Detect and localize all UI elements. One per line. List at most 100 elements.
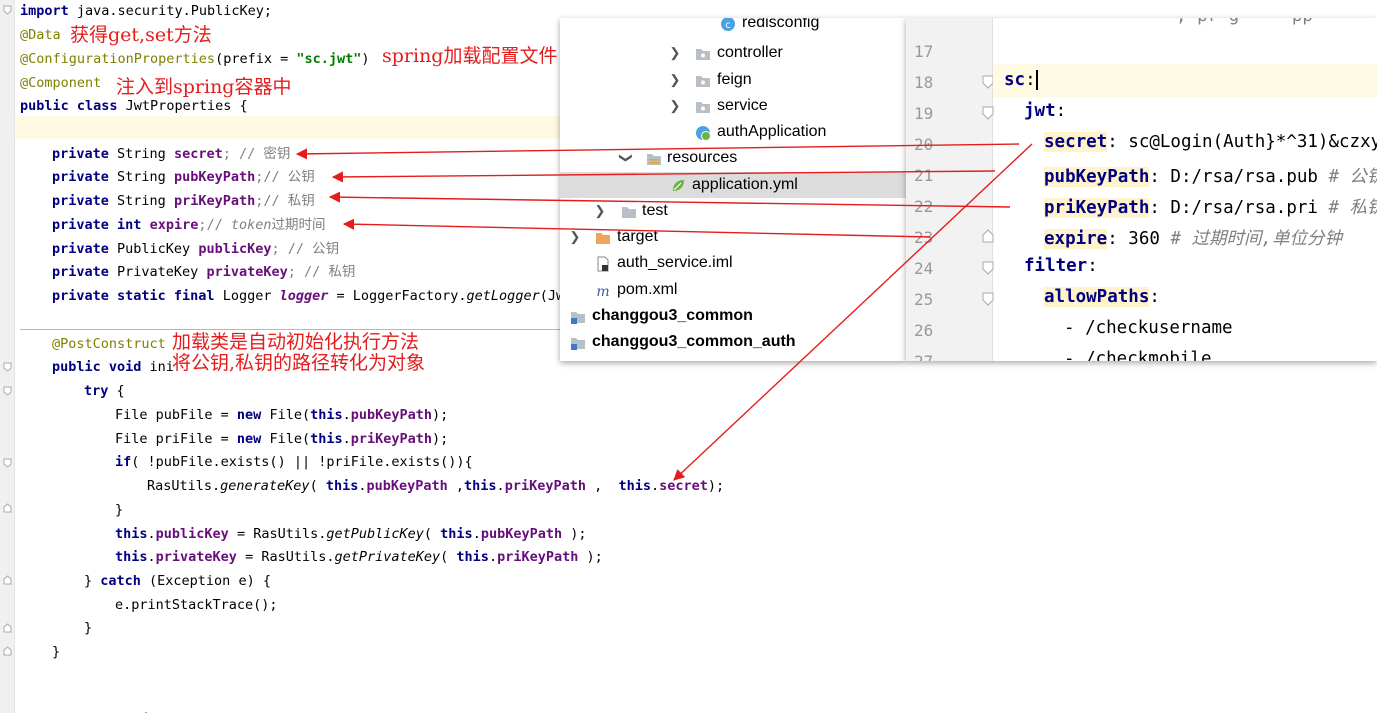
code-line-expire[interactable]: private int expire;// token过期时间 — [52, 215, 326, 235]
tree-item-resources[interactable]: ❯ resources — [560, 145, 906, 171]
code-text: , — [447, 478, 465, 494]
fold-icon[interactable] — [982, 260, 994, 275]
tree-item-feign[interactable]: ❯ feign — [560, 67, 906, 93]
code-line-pubkeypath[interactable]: private String pubKeyPath;// 公钥 — [52, 167, 315, 187]
code-text: (prefix = — [215, 51, 297, 67]
code-text: . — [651, 478, 660, 494]
fold-icon[interactable] — [3, 575, 12, 585]
comment: ;// 公钥 — [255, 169, 315, 185]
code-text: ) — [361, 51, 370, 67]
code-line-if[interactable]: if( !pubFile.exists() || !priFile.exists… — [115, 452, 473, 472]
yaml-key: filter — [1024, 256, 1088, 276]
annotation: @ConfigurationProperties — [20, 51, 216, 67]
fold-icon[interactable] — [3, 458, 12, 468]
annotation-postconstruct[interactable]: @PostConstruct — [52, 334, 166, 354]
tree-item-auth-service-iml[interactable]: auth_service.iml — [560, 250, 906, 276]
iml-file-icon — [595, 255, 611, 272]
tree-item-service[interactable]: ❯ service — [560, 93, 906, 119]
tree-item-redisconfig[interactable]: c redisconfig — [560, 18, 906, 36]
chevron-down-icon[interactable]: ❯ — [613, 151, 639, 165]
fold-icon[interactable] — [3, 623, 12, 633]
tree-item-test[interactable]: ❯ test — [560, 198, 906, 224]
chevron-right-icon[interactable]: ❯ — [668, 40, 682, 66]
keyword: this — [456, 549, 489, 565]
yaml-line-pubkeypath[interactable]: pubKeyPath: D:/rsa/rsa.pub # 公钥 — [1044, 163, 1377, 188]
note-postconstruct-2: 将公钥,私钥的路径转化为对象 — [172, 352, 426, 374]
code-line-brace[interactable]: } — [84, 618, 92, 638]
yaml-line-allowpaths[interactable]: allowPaths: — [1044, 287, 1160, 307]
chevron-right-icon[interactable]: ❯ — [593, 198, 607, 224]
code-line-try[interactable]: try { — [84, 381, 125, 401]
fold-icon[interactable] — [3, 386, 12, 396]
line-number: 19 — [914, 104, 934, 123]
fold-icon[interactable] — [982, 228, 994, 243]
fold-icon[interactable] — [3, 646, 12, 656]
code-line-catch[interactable]: } catch (Exception e) { — [84, 571, 271, 591]
line-number: 25 — [914, 290, 934, 309]
code-line-brace[interactable]: } — [115, 500, 123, 520]
tree-item-label: feign — [717, 71, 752, 88]
fold-icon[interactable] — [3, 362, 12, 372]
code-line-init[interactable]: public void ini — [52, 357, 174, 377]
tree-item-pom-xml[interactable]: m pom.xml — [560, 277, 906, 303]
code-text: java.security.PublicKey; — [68, 3, 272, 19]
code-text: ( — [423, 526, 441, 542]
yaml-line-filter[interactable]: filter: — [1024, 256, 1098, 276]
tree-item-authapplication[interactable]: authApplication — [560, 119, 906, 145]
code-line-logger[interactable]: private static final Logger logger = Log… — [52, 286, 572, 306]
code-line-privatekey[interactable]: private PrivateKey privateKey; // 私钥 — [52, 262, 355, 282]
fold-icon[interactable] — [3, 503, 12, 513]
code-line-printtrace[interactable]: e.printStackTrace(); — [115, 595, 278, 615]
tree-item-changgou3-common-auth[interactable]: changgou3_common_auth — [560, 329, 906, 355]
line-number: 21 — [914, 166, 934, 185]
yaml-line-path[interactable]: - /checkusername — [1064, 318, 1233, 338]
folder-icon — [621, 203, 637, 219]
yaml-key: secret — [1044, 132, 1108, 152]
field-name: secret — [659, 478, 708, 494]
chevron-right-icon[interactable]: ❯ — [668, 67, 682, 93]
annotation-data[interactable]: @Data — [20, 25, 61, 45]
code-line-prikeypath[interactable]: private String priKeyPath;// 私钥 — [52, 191, 315, 211]
fold-icon[interactable] — [3, 5, 12, 15]
field-name: pubKeyPath — [366, 478, 448, 494]
code-text: JwtProperties { — [117, 98, 248, 114]
project-tree-panel[interactable]: c redisconfig ❯ controller ❯ feign ❯ ser… — [560, 18, 906, 361]
code-line-secret[interactable]: private String secret; // 密钥 — [52, 144, 290, 164]
code-text: File pubFile = — [115, 407, 237, 423]
code-line-get-private[interactable]: this.privateKey = RasUtils.getPrivateKey… — [115, 547, 603, 567]
chevron-right-icon[interactable]: ❯ — [668, 93, 682, 119]
yaml-line-path[interactable]: - /checkmobile — [1064, 349, 1212, 361]
yaml-line-secret[interactable]: secret: sc@Login(Auth}*^31)&czxy% — [1044, 132, 1377, 152]
field-name: publicKey — [198, 241, 272, 257]
yaml-key: allowPaths — [1044, 287, 1150, 307]
code-line-import[interactable]: import java.security.PublicKey; — [20, 1, 272, 21]
svg-text:m: m — [596, 284, 609, 299]
yaml-value: : 360 — [1107, 229, 1171, 249]
code-text: PublicKey — [108, 241, 199, 257]
yaml-line-jwt[interactable]: jwt: — [1024, 101, 1066, 121]
tree-item-controller[interactable]: ❯ controller — [560, 40, 906, 66]
code-line-prifile[interactable]: File priFile = new File(this.priKeyPath)… — [115, 429, 448, 449]
method-separator — [20, 329, 560, 330]
annotation-component[interactable]: @Component — [20, 73, 101, 93]
keyword: this — [310, 407, 343, 423]
yaml-editor[interactable]: 17 18 19 20 21 22 23 24 25 26 27 , pr g … — [906, 18, 1377, 361]
tree-item-target[interactable]: ❯ target — [560, 224, 906, 250]
code-line-pubfile[interactable]: File pubFile = new File(this.pubKeyPath)… — [115, 405, 448, 425]
code-line-config-properties[interactable]: @ConfigurationProperties(prefix = "sc.jw… — [20, 49, 370, 69]
code-line-brace[interactable]: } — [52, 642, 60, 662]
yaml-line-prikeypath[interactable]: priKeyPath: D:/rsa/rsa.pri # 私钥 — [1044, 194, 1377, 219]
code-line-generate[interactable]: RasUtils.generateKey( this.pubKeyPath ,t… — [147, 476, 724, 496]
tree-item-changgou3-common[interactable]: changgou3_common — [560, 303, 906, 329]
chevron-right-icon[interactable]: ❯ — [568, 224, 582, 250]
code-text: . — [342, 407, 351, 423]
fold-icon[interactable] — [982, 105, 994, 120]
tree-item-application-yml[interactable]: application.yml — [560, 172, 906, 198]
fold-icon[interactable] — [982, 291, 994, 306]
code-line-class-decl[interactable]: public class JwtProperties { — [20, 96, 248, 116]
code-text: ); — [707, 478, 725, 494]
yaml-line-sc[interactable]: sc: — [1004, 70, 1038, 90]
yaml-line-expire[interactable]: expire: 360 # 过期时间,单位分钟 — [1044, 225, 1342, 250]
code-line-get-public[interactable]: this.publicKey = RasUtils.getPublicKey( … — [115, 524, 587, 544]
code-line-publickey[interactable]: private PublicKey publicKey; // 公钥 — [52, 239, 339, 259]
